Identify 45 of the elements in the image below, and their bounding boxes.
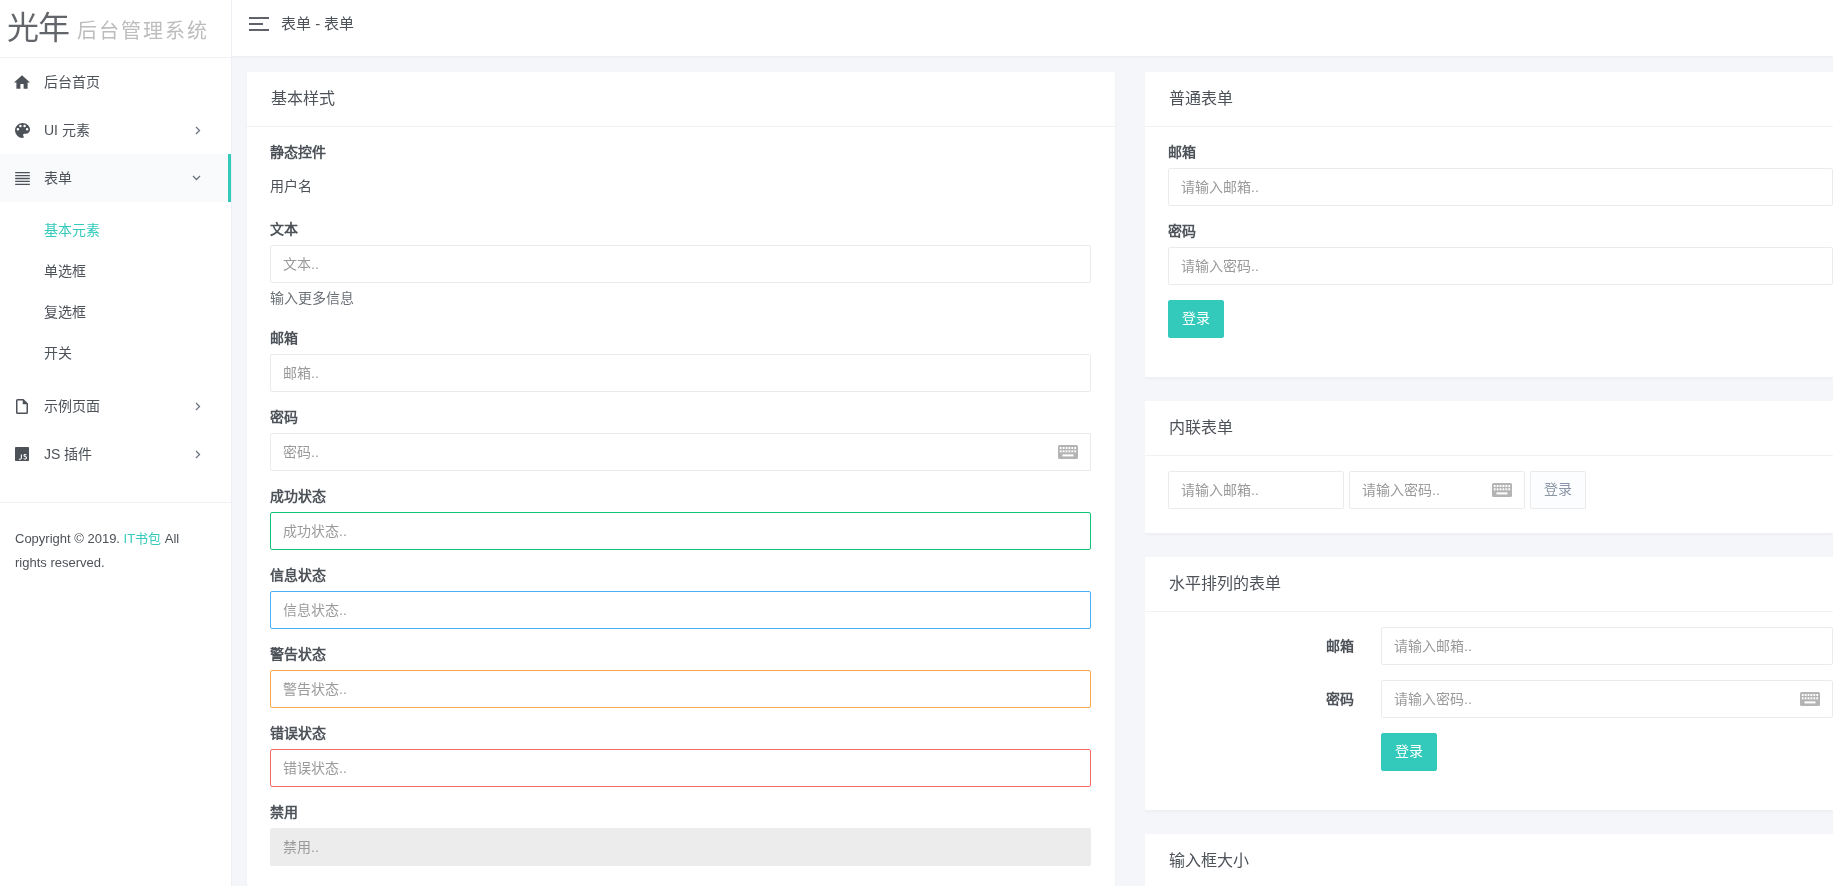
list-icon (14, 171, 30, 185)
card-title: 普通表单 (1169, 88, 1233, 109)
sidebar-item[interactable]: 表单 (0, 154, 231, 202)
sidebar-item[interactable]: UI 元素 (0, 106, 231, 154)
field-label: 文本 (270, 219, 299, 239)
field-label: 成功状态 (270, 486, 327, 506)
static-text: 用户名 (270, 176, 313, 196)
menu-icon[interactable] (249, 16, 269, 31)
palette-icon (14, 122, 30, 138)
sidebar-item[interactable]: JS 插件 (0, 430, 231, 478)
logo-text: 光年 (7, 9, 69, 48)
field-label: 邮箱 (1326, 636, 1354, 656)
page-title: 表单 - 表单 (281, 13, 355, 34)
copyright-text: Copyright © 2019. IT书包 All rights reserved. (14, 530, 181, 572)
submenu-item[interactable]: 单选框 (0, 251, 231, 292)
help-text: 输入更多信息 (270, 288, 355, 308)
field-label: 密码 (270, 407, 299, 427)
password-field[interactable]: 请输入密码.. (1381, 679, 1833, 718)
field-label: 邮箱 (1168, 142, 1197, 162)
card-title: 基本样式 (271, 88, 335, 109)
text-field[interactable]: 信息状态.. (270, 590, 1091, 629)
sidebar-item[interactable]: 示例页面 (0, 382, 231, 430)
sidebar-item[interactable]: 后台首页 (0, 58, 231, 106)
field-label: 禁用 (270, 802, 299, 822)
field-label: 静态控件 (270, 142, 327, 162)
app-title: 后台管理系统 (77, 19, 209, 44)
card-title: 水平排列的表单 (1169, 573, 1281, 594)
password-field[interactable]: 请输入密码.. (1349, 470, 1525, 509)
text-field[interactable]: 警告状态.. (270, 669, 1091, 708)
home-icon (14, 75, 30, 89)
password-field[interactable]: 密码.. (270, 432, 1091, 471)
script-icon (15, 447, 29, 461)
submenu-item[interactable]: 复选框 (0, 292, 231, 333)
text-field[interactable]: 错误状态.. (270, 748, 1091, 787)
field-label: 密码 (1168, 221, 1197, 241)
field-label: 信息状态 (270, 565, 327, 585)
field-label: 密码 (1326, 689, 1354, 709)
field-label: 错误状态 (270, 723, 327, 743)
card-title: 输入框大小 (1169, 850, 1249, 871)
submenu-item[interactable]: 开关 (0, 333, 231, 374)
field-label: 警告状态 (270, 644, 327, 664)
text-field[interactable]: 成功状态.. (270, 511, 1091, 550)
card-title: 内联表单 (1169, 417, 1233, 438)
file-icon (16, 398, 28, 414)
field-label: 邮箱 (270, 328, 299, 348)
